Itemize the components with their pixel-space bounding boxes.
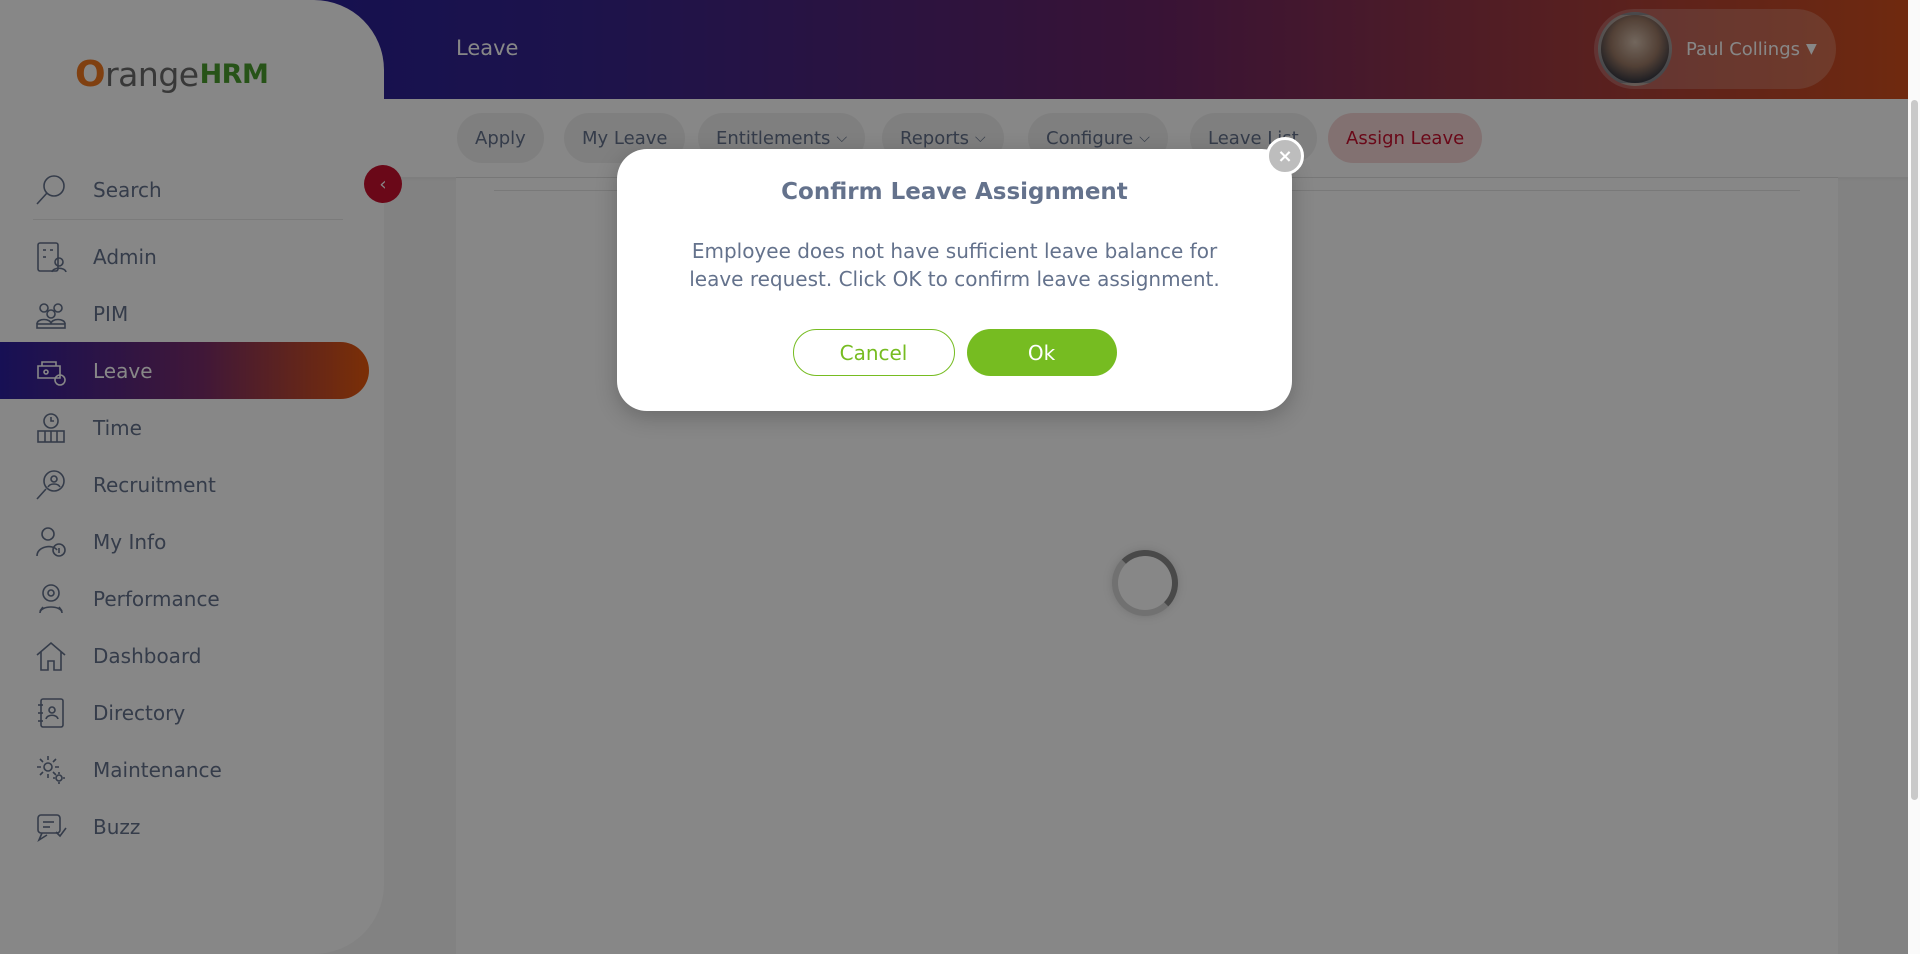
dialog-actions: Cancel Ok	[617, 329, 1292, 376]
cancel-button[interactable]: Cancel	[792, 329, 955, 376]
confirm-dialog: Confirm Leave Assignment Employee does n…	[617, 149, 1292, 411]
scrollbar-thumb[interactable]	[1911, 100, 1918, 800]
dialog-message: Employee does not have sufficient leave …	[689, 239, 1220, 291]
scrollbar[interactable]	[1908, 0, 1920, 954]
dialog-title: Confirm Leave Assignment	[781, 179, 1128, 205]
ok-button[interactable]: Ok	[966, 329, 1117, 376]
modal-backdrop	[0, 0, 1920, 954]
close-icon[interactable]: ×	[1266, 137, 1304, 175]
